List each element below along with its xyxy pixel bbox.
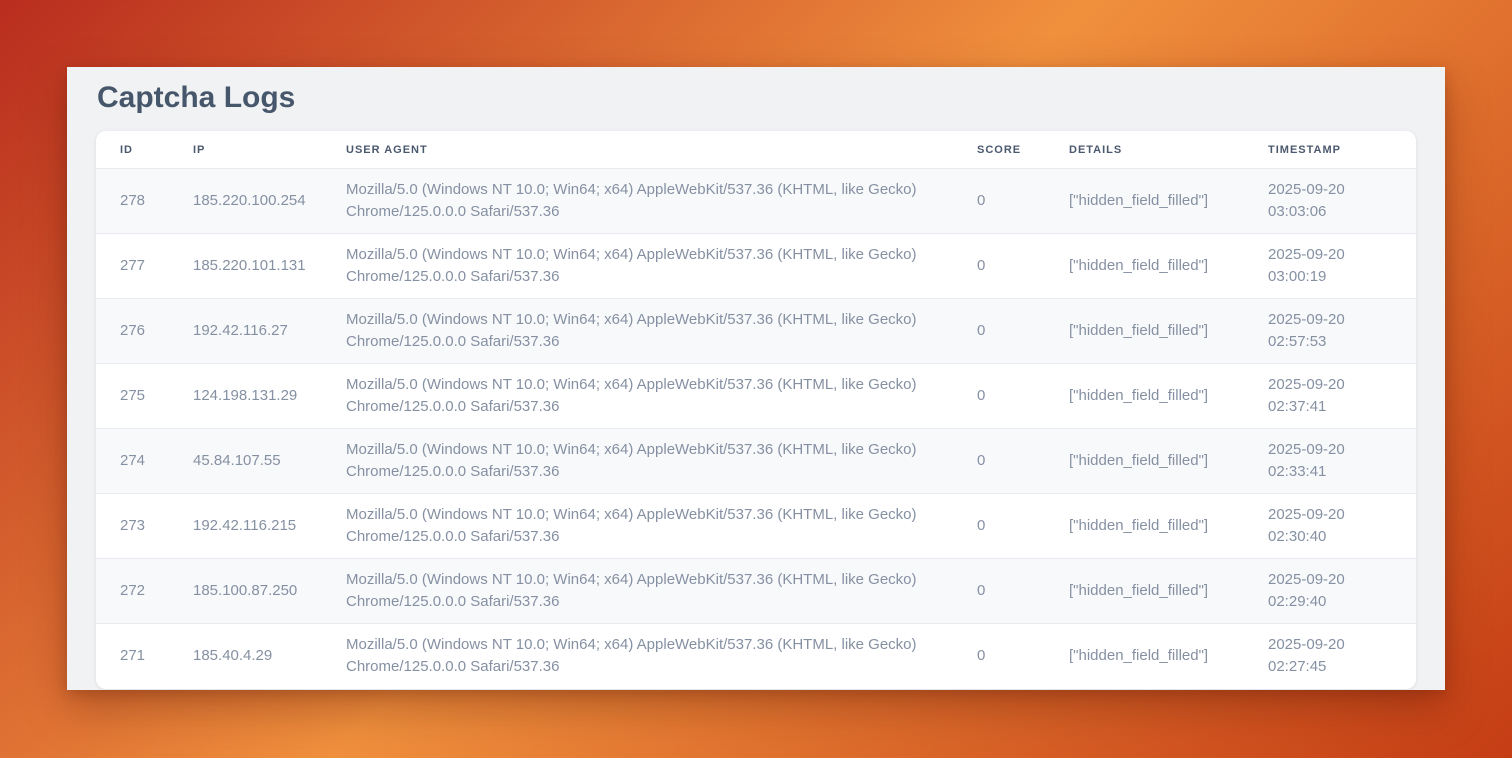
cell-score: 0 (977, 494, 1069, 559)
column-header-id: ID (96, 131, 193, 169)
captcha-logs-table-panel: ID IP USER AGENT SCORE DETAILS TIMESTAMP… (96, 131, 1416, 689)
cell-user-agent: Mozilla/5.0 (Windows NT 10.0; Win64; x64… (346, 234, 977, 299)
cell-timestamp: 2025-09-20 02:37:41 (1268, 364, 1416, 429)
cell-user-agent: Mozilla/5.0 (Windows NT 10.0; Win64; x64… (346, 169, 977, 234)
cell-details: ["hidden_field_filled"] (1069, 299, 1268, 364)
table-row: 272 185.100.87.250 Mozilla/5.0 (Windows … (96, 559, 1416, 624)
table-header: ID IP USER AGENT SCORE DETAILS TIMESTAMP (96, 131, 1416, 169)
cell-timestamp: 2025-09-20 02:57:53 (1268, 299, 1416, 364)
cell-user-agent: Mozilla/5.0 (Windows NT 10.0; Win64; x64… (346, 429, 977, 494)
column-header-details: DETAILS (1069, 131, 1268, 169)
table-header-row: ID IP USER AGENT SCORE DETAILS TIMESTAMP (96, 131, 1416, 169)
table-row: 277 185.220.101.131 Mozilla/5.0 (Windows… (96, 234, 1416, 299)
column-header-timestamp: TIMESTAMP (1268, 131, 1416, 169)
column-header-user-agent: USER AGENT (346, 131, 977, 169)
cell-details: ["hidden_field_filled"] (1069, 234, 1268, 299)
cell-timestamp: 2025-09-20 02:29:40 (1268, 559, 1416, 624)
cell-ip: 124.198.131.29 (193, 364, 346, 429)
table-row: 274 45.84.107.55 Mozilla/5.0 (Windows NT… (96, 429, 1416, 494)
cell-details: ["hidden_field_filled"] (1069, 169, 1268, 234)
table-row: 273 192.42.116.215 Mozilla/5.0 (Windows … (96, 494, 1416, 559)
cell-id: 273 (96, 494, 193, 559)
cell-id: 271 (96, 624, 193, 689)
card-header: Captcha Logs (67, 67, 1445, 131)
cell-score: 0 (977, 429, 1069, 494)
cell-score: 0 (977, 624, 1069, 689)
cell-details: ["hidden_field_filled"] (1069, 559, 1268, 624)
captcha-logs-card: Captcha Logs ID IP USER AGENT SCORE DETA… (67, 67, 1445, 690)
table-row: 276 192.42.116.27 Mozilla/5.0 (Windows N… (96, 299, 1416, 364)
cell-details: ["hidden_field_filled"] (1069, 429, 1268, 494)
cell-id: 277 (96, 234, 193, 299)
captcha-logs-table: ID IP USER AGENT SCORE DETAILS TIMESTAMP… (96, 131, 1416, 689)
cell-id: 276 (96, 299, 193, 364)
cell-user-agent: Mozilla/5.0 (Windows NT 10.0; Win64; x64… (346, 299, 977, 364)
cell-ip: 45.84.107.55 (193, 429, 346, 494)
cell-details: ["hidden_field_filled"] (1069, 624, 1268, 689)
cell-score: 0 (977, 364, 1069, 429)
page-title: Captcha Logs (97, 81, 1415, 114)
table-row: 275 124.198.131.29 Mozilla/5.0 (Windows … (96, 364, 1416, 429)
cell-timestamp: 2025-09-20 02:30:40 (1268, 494, 1416, 559)
cell-score: 0 (977, 234, 1069, 299)
cell-score: 0 (977, 559, 1069, 624)
cell-timestamp: 2025-09-20 02:33:41 (1268, 429, 1416, 494)
cell-user-agent: Mozilla/5.0 (Windows NT 10.0; Win64; x64… (346, 494, 977, 559)
cell-score: 0 (977, 299, 1069, 364)
cell-ip: 192.42.116.215 (193, 494, 346, 559)
cell-ip: 185.220.100.254 (193, 169, 346, 234)
cell-id: 272 (96, 559, 193, 624)
table-row: 278 185.220.100.254 Mozilla/5.0 (Windows… (96, 169, 1416, 234)
cell-details: ["hidden_field_filled"] (1069, 494, 1268, 559)
cell-ip: 192.42.116.27 (193, 299, 346, 364)
cell-id: 275 (96, 364, 193, 429)
page-background: { "page": { "title": "Captcha Logs" }, "… (0, 0, 1512, 758)
cell-ip: 185.220.101.131 (193, 234, 346, 299)
cell-id: 274 (96, 429, 193, 494)
table-body: 278 185.220.100.254 Mozilla/5.0 (Windows… (96, 169, 1416, 689)
cell-ip: 185.40.4.29 (193, 624, 346, 689)
column-header-score: SCORE (977, 131, 1069, 169)
cell-id: 278 (96, 169, 193, 234)
cell-score: 0 (977, 169, 1069, 234)
cell-details: ["hidden_field_filled"] (1069, 364, 1268, 429)
cell-user-agent: Mozilla/5.0 (Windows NT 10.0; Win64; x64… (346, 559, 977, 624)
column-header-ip: IP (193, 131, 346, 169)
table-row: 271 185.40.4.29 Mozilla/5.0 (Windows NT … (96, 624, 1416, 689)
cell-user-agent: Mozilla/5.0 (Windows NT 10.0; Win64; x64… (346, 364, 977, 429)
cell-user-agent: Mozilla/5.0 (Windows NT 10.0; Win64; x64… (346, 624, 977, 689)
cell-timestamp: 2025-09-20 03:03:06 (1268, 169, 1416, 234)
cell-timestamp: 2025-09-20 03:00:19 (1268, 234, 1416, 299)
cell-timestamp: 2025-09-20 02:27:45 (1268, 624, 1416, 689)
cell-ip: 185.100.87.250 (193, 559, 346, 624)
